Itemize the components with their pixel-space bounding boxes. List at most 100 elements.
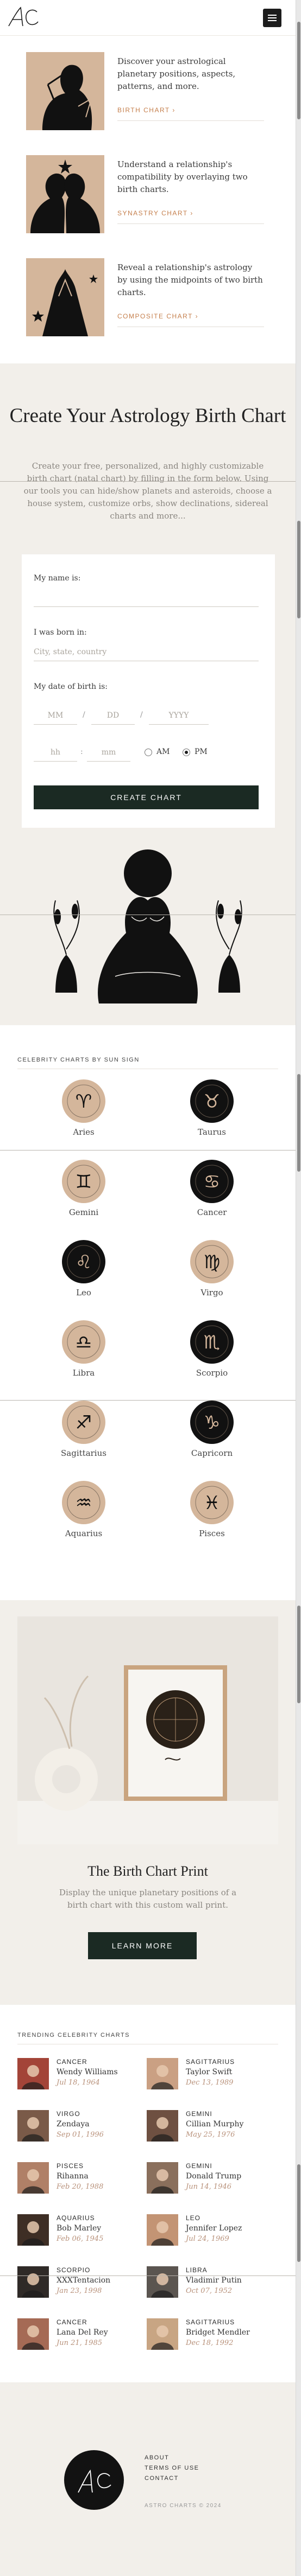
page-scrollbar[interactable] (296, 0, 301, 2576)
celebrity-photo (17, 2058, 49, 2089)
learn-more-button[interactable]: LEARN MORE (88, 1932, 197, 1959)
celebrity-sign: AQUARIUS (57, 2214, 95, 2222)
birth-chart-link[interactable]: BIRTH CHART › (117, 106, 264, 114)
footer-link-about[interactable]: ABOUT (145, 2453, 199, 2463)
celebrity-sign: GEMINI (186, 2162, 212, 2170)
chart-types-section: Discover your astrological planetary pos… (0, 36, 296, 363)
menu-button[interactable] (263, 9, 281, 27)
hour-input[interactable]: hh (34, 743, 77, 762)
feature-text: Discover your astrological planetary pos… (117, 56, 236, 91)
sign-libra[interactable]: ♎ Libra (51, 1320, 116, 1378)
feature-text: Understand a relationship's compatibilit… (117, 159, 248, 194)
pm-label: PM (195, 747, 208, 756)
celebrity-birthdate: Jul 18, 1964 (57, 2079, 100, 2087)
celebrity-name: Cillian Murphy (186, 2120, 244, 2128)
create-chart-title: Create Your Astrology Birth Chart (9, 405, 286, 427)
name-label: My name is: (34, 574, 81, 583)
gemini-icon: ♊ (62, 1160, 105, 1203)
year-input[interactable]: YYYY (149, 706, 209, 725)
celebrity-sign: SCORPIO (57, 2266, 91, 2274)
name-input[interactable] (34, 606, 259, 607)
create-chart-button[interactable]: CREATE CHART (34, 785, 259, 809)
celebrity-card[interactable]: PISCES Rihanna Feb 20, 1988 (17, 2161, 142, 2196)
footer-logo[interactable] (64, 2450, 124, 2510)
celebrity-birthdate: Oct 07, 1952 (186, 2287, 233, 2295)
sign-label: Leo (76, 1288, 91, 1297)
celebrity-by-sign-section: CELEBRITY CHARTS BY SUN SIGN ♈ Aries ♉ Taur… (0, 1025, 296, 1600)
synastry-chart-link[interactable]: SYNASTRY CHART › (117, 209, 264, 217)
month-input[interactable]: MM (34, 706, 77, 725)
celebrity-name: Rihanna (57, 2172, 89, 2181)
celebrity-card[interactable]: SAGITTARIUS Bridget Mendler Dec 18, 1992 (147, 2317, 272, 2352)
svg-text:♑: ♑ (204, 1412, 220, 1434)
sign-label: Gemini (68, 1207, 99, 1217)
sign-cancer[interactable]: ♋ Cancer (179, 1160, 244, 1217)
birth-chart-form: My name is: I was born in: City, state, … (22, 554, 275, 828)
celebrity-card[interactable]: GEMINI Cillian Murphy May 25, 1976 (147, 2109, 272, 2144)
celebrity-sign: SAGITTARIUS (186, 2318, 235, 2326)
logo-mark-icon (78, 2469, 111, 2493)
minute-input[interactable]: mm (87, 743, 130, 762)
am-radio[interactable] (145, 749, 152, 756)
sign-leo[interactable]: ♌ Leo (51, 1240, 116, 1297)
site-logo[interactable] (5, 3, 43, 30)
sign-aries[interactable]: ♈ Aries (51, 1079, 116, 1137)
celebrity-name: Lana Del Rey (57, 2328, 108, 2337)
celebrity-card[interactable]: LIBRA Vladimir Putin Oct 07, 1952 (147, 2265, 272, 2300)
trending-celebrity-section: TRENDING CELEBRITY CHARTS CANCER Wendy Wi… (0, 2005, 296, 2382)
celebrity-sign: LEO (186, 2214, 201, 2222)
celebrity-photo (147, 2162, 178, 2194)
sign-taurus[interactable]: ♉ Taurus (179, 1079, 244, 1137)
sign-aquarius[interactable]: ♒ Aquarius (51, 1481, 116, 1538)
celebrity-card[interactable]: GEMINI Donald Trump Jun 14, 1946 (147, 2161, 272, 2196)
composite-chart-link[interactable]: COMPOSITE CHART › (117, 312, 264, 320)
print-title: The Birth Chart Print (87, 1863, 208, 1879)
celebrity-photo (17, 2110, 49, 2142)
celebrity-sign: PISCES (57, 2162, 84, 2170)
celebrity-card[interactable]: CANCER Wendy Williams Jul 18, 1964 (17, 2057, 142, 2092)
svg-text:♋: ♋ (204, 1171, 220, 1193)
feature-composite-chart: Reveal a relationship's astrology by usi… (26, 253, 271, 336)
footer-link-terms[interactable]: TERMS OF USE (145, 2463, 199, 2473)
pisces-icon: ♓ (190, 1481, 234, 1524)
hamburger-icon (268, 15, 277, 16)
feature-birth-chart: Discover your astrological planetary pos… (26, 47, 271, 130)
sign-capricorn[interactable]: ♑ Capricorn (179, 1401, 244, 1458)
sign-gemini[interactable]: ♊ Gemini (51, 1160, 116, 1217)
sign-scorpio[interactable]: ♏ Scorpio (179, 1320, 244, 1378)
sign-pisces[interactable]: ♓ Pisces (179, 1481, 244, 1538)
svg-text:♈: ♈ (76, 1091, 92, 1113)
footer-link-contact[interactable]: CONTACT (145, 2473, 199, 2484)
celebrity-card[interactable]: CANCER Lana Del Rey Jun 21, 1985 (17, 2317, 142, 2352)
celebrity-birthdate: Feb 20, 1988 (57, 2183, 104, 2191)
sign-label: Aquarius (65, 1529, 103, 1538)
birth-chart-print-section: The Birth Chart Print Display the unique… (0, 1600, 296, 2005)
sign-virgo[interactable]: ♍ Virgo (179, 1240, 244, 1297)
celebrity-card[interactable]: SAGITTARIUS Taylor Swift Dec 13, 1989 (147, 2057, 272, 2092)
birth-chart-illustration (26, 52, 104, 130)
celebrity-card[interactable]: VIRGO Zendaya Sep 01, 1996 (17, 2109, 142, 2144)
birthplace-input[interactable]: City, state, country (34, 648, 106, 656)
pm-radio[interactable] (183, 749, 190, 756)
celebrity-birthdate: Jul 24, 1969 (186, 2235, 229, 2243)
svg-text:♐: ♐ (76, 1412, 92, 1434)
sign-label: Sagittarius (61, 1448, 106, 1458)
celebrity-card[interactable]: LEO Jennifer Lopez Jul 24, 1969 (147, 2213, 272, 2248)
sign-sagittarius[interactable]: ♐ Sagittarius (51, 1401, 116, 1458)
cancer-icon: ♋ (190, 1160, 234, 1203)
celebrity-card[interactable]: SCORPIO XXXTentacion Jan 23, 1998 (17, 2265, 142, 2300)
sign-label: Cancer (197, 1207, 227, 1217)
couple-under-moon-illustration (34, 841, 262, 1020)
copyright: ASTRO CHARTS © 2024 (145, 2503, 222, 2509)
celebrity-photo (17, 2162, 49, 2194)
site-footer: ABOUT TERMS OF USE CONTACT ASTRO CHARTS … (0, 2382, 296, 2576)
celebrity-photo (147, 2318, 178, 2350)
capricorn-icon: ♑ (190, 1401, 234, 1444)
svg-text:♏: ♏ (204, 1332, 220, 1353)
celebrity-name: Wendy Williams (57, 2068, 118, 2076)
day-input[interactable]: DD (91, 706, 135, 725)
celebrity-photo (147, 2058, 178, 2089)
celebrity-sign: LIBRA (186, 2266, 208, 2274)
celebrity-card[interactable]: AQUARIUS Bob Marley Feb 06, 1945 (17, 2213, 142, 2248)
celebrity-name: Bob Marley (57, 2224, 102, 2233)
